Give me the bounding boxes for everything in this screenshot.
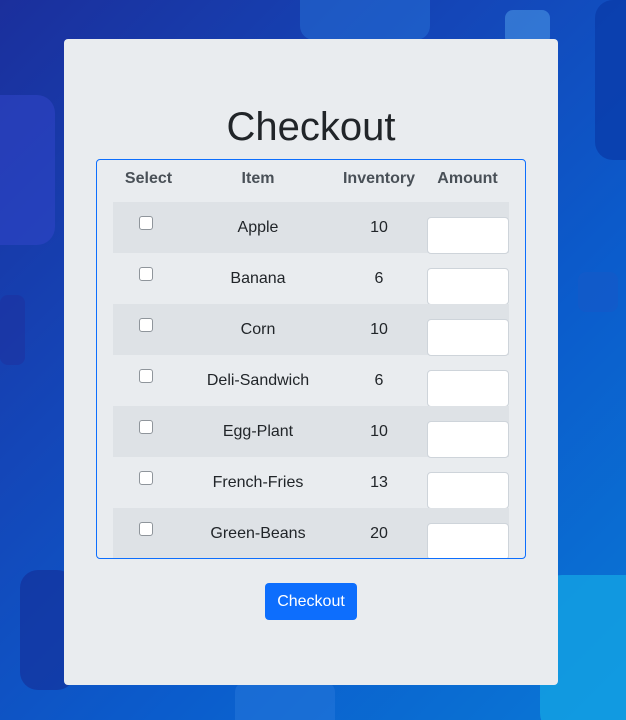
select-checkbox[interactable] (139, 369, 153, 383)
inventory-count: 10 (370, 219, 388, 236)
background-shape (300, 0, 430, 40)
inventory-count: 20 (370, 525, 388, 542)
select-checkbox[interactable] (139, 216, 153, 230)
page-title: Checkout (226, 105, 396, 149)
checkout-card: Checkout Select Item Inventory Amount Ap… (64, 39, 558, 685)
inventory-table[interactable]: Select Item Inventory Amount Apple 10 Bana… (96, 159, 526, 559)
table-row: Banana 6 (113, 253, 509, 305)
table-body: Apple 10 Banana 6 Corn 10 Deli-Sandwich 6 Egg-Pl… (113, 202, 509, 558)
item-name: Corn (240, 321, 276, 338)
table-row: French-Fries 13 (113, 457, 509, 509)
amount-input[interactable] (427, 217, 509, 254)
header-amount: Amount (437, 170, 498, 187)
table-row: Corn 10 (113, 304, 509, 356)
amount-input[interactable] (427, 523, 509, 558)
amount-input[interactable] (427, 268, 509, 305)
inventory-count: 6 (374, 270, 384, 287)
inventory-count: 10 (370, 423, 388, 440)
header-item: Item (241, 170, 275, 187)
inventory-count: 13 (370, 474, 388, 491)
select-checkbox[interactable] (139, 318, 153, 332)
item-name: Green-Beans (210, 525, 306, 542)
background-shape (235, 682, 335, 720)
select-checkbox[interactable] (139, 522, 153, 536)
item-name: Apple (237, 219, 279, 236)
item-name: Egg-Plant (222, 423, 294, 440)
item-name: French-Fries (212, 474, 304, 491)
checkout-button[interactable]: Checkout (265, 583, 357, 620)
header-select: Select (124, 170, 173, 187)
table-header: Select Item Inventory Amount (113, 170, 509, 190)
amount-input[interactable] (427, 421, 509, 458)
inventory-count: 10 (370, 321, 388, 338)
background-shape (578, 272, 618, 312)
amount-input[interactable] (427, 319, 509, 356)
select-checkbox[interactable] (139, 420, 153, 434)
background-shape (0, 95, 55, 245)
header-inventory: Inventory (342, 170, 415, 187)
background-shape (0, 295, 25, 365)
table-row: Deli-Sandwich 6 (113, 355, 509, 407)
select-checkbox[interactable] (139, 267, 153, 281)
amount-input[interactable] (427, 472, 509, 509)
background-shape (595, 0, 626, 160)
table-row: Apple 10 (113, 202, 509, 254)
amount-input[interactable] (427, 370, 509, 407)
inventory-count: 6 (374, 372, 384, 389)
item-name: Deli-Sandwich (206, 372, 310, 389)
table-row: Egg-Plant 10 (113, 406, 509, 458)
table-row: Green-Beans 20 (113, 508, 509, 558)
select-checkbox[interactable] (139, 471, 153, 485)
item-name: Banana (230, 270, 286, 287)
